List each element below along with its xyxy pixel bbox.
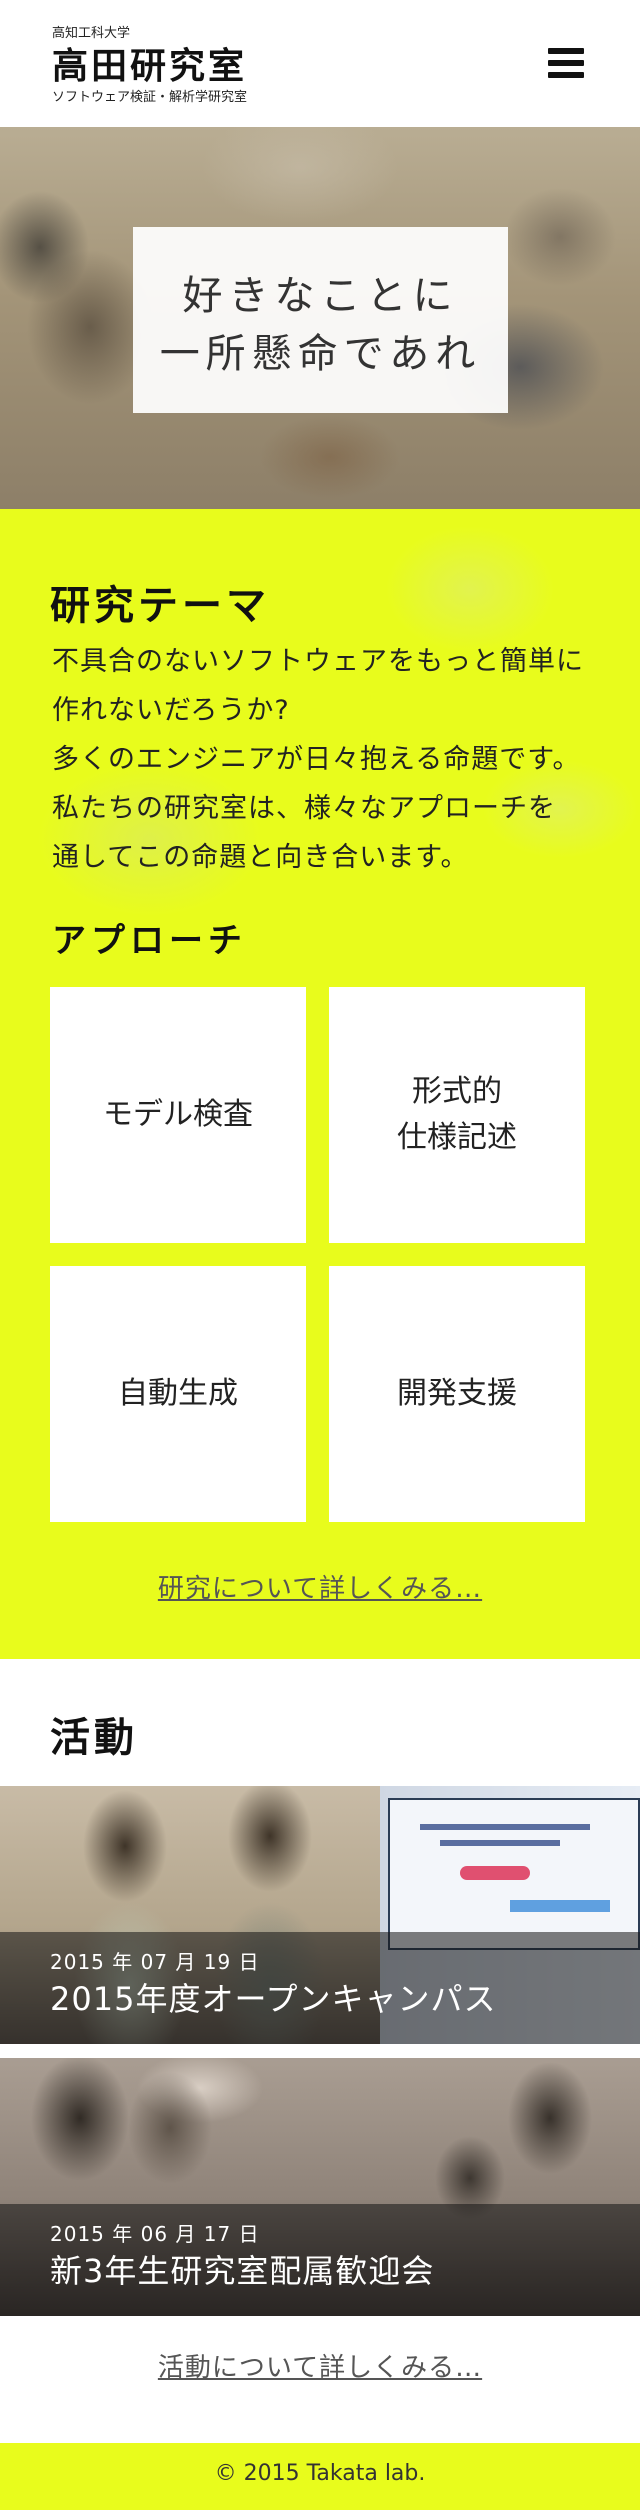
university-name: 高知工科大学 [52, 26, 131, 41]
activity-post-date: 2015 年 06 月 17 日 [50, 2222, 260, 2246]
activity-post[interactable]: 2015 年 06 月 17 日 新3年生研究室配属歓迎会 [0, 2058, 640, 2316]
research-description-line: 私たちの研究室は、様々なアプローチを [52, 793, 556, 824]
presentation-screen-photo [388, 1798, 640, 1950]
research-description-line: 多くのエンジニアが日々抱える命題です。 [52, 744, 581, 775]
site-footer: © 2015 Takata lab. [0, 2443, 640, 2510]
research-description-line: 作れないだろうか? [52, 695, 290, 726]
hero-tagline-box: 好きなことに 一所懸命であれ [133, 227, 508, 413]
activity-post-title: 2015年度オープンキャンパス [50, 1980, 497, 2018]
activity-post-title: 新3年生研究室配属歓迎会 [50, 2252, 435, 2290]
hero-tagline-line1: 好きなことに [182, 273, 459, 319]
approach-card-label: 形式的 [412, 1074, 502, 1109]
lab-subtitle: ソフトウェア検証・解析学研究室 [52, 90, 248, 105]
activity-post-caption: 2015 年 07 月 19 日 2015年度オープンキャンパス [0, 1932, 640, 2044]
research-description-line: 不具合のないソフトウェアをもっと簡単に [52, 646, 584, 677]
site-logo[interactable]: 高知工科大学 高田研究室 ソフトウェア検証・解析学研究室 [52, 26, 247, 106]
activity-post-date: 2015 年 07 月 19 日 [50, 1950, 260, 1974]
research-title: 研究テーマ [50, 583, 270, 629]
approach-card-formal-specification[interactable]: 形式的 仕様記述 [329, 987, 585, 1243]
activity-more-link[interactable]: 活動について詳しくみる… [0, 2347, 640, 2384]
approach-card-label: 自動生成 [118, 1376, 238, 1411]
hamburger-menu-icon[interactable] [548, 48, 584, 80]
research-description: 不具合のないソフトウェアをもっと簡単に 作れないだろうか? 多くのエンジニアが日… [52, 637, 612, 882]
activity-title: 活動 [50, 1715, 138, 1761]
hero-banner: 好きなことに 一所懸命であれ [0, 127, 640, 509]
lab-name: 高田研究室 [52, 46, 248, 87]
activity-section: 活動 2015 年 07 月 19 日 2015年度オープンキャンパス 2015… [0, 1659, 640, 2443]
activity-post[interactable]: 2015 年 07 月 19 日 2015年度オープンキャンパス [0, 1786, 640, 2044]
research-more-link[interactable]: 研究について詳しくみる… [0, 1568, 640, 1605]
approach-card-auto-generation[interactable]: 自動生成 [50, 1266, 306, 1522]
approach-card-label: 開発支援 [397, 1376, 517, 1411]
research-section: 研究テーマ 不具合のないソフトウェアをもっと簡単に 作れないだろうか? 多くのエ… [0, 509, 640, 1659]
research-description-line: 通してこの命題と向き合います。 [52, 842, 469, 873]
approach-card-label: モデル検査 [103, 1097, 253, 1132]
approach-card-development-support[interactable]: 開発支援 [329, 1266, 585, 1522]
approach-title: アプローチ [52, 921, 247, 961]
approach-card-label-line2: 仕様記述 [397, 1120, 517, 1155]
approach-card-model-checking[interactable]: モデル検査 [50, 987, 306, 1243]
hero-tagline-line2: 一所懸命であれ [159, 331, 482, 377]
copyright-text: © 2015 Takata lab. [214, 2461, 426, 2486]
site-header: 高知工科大学 高田研究室 ソフトウェア検証・解析学研究室 [0, 0, 640, 127]
activity-post-caption: 2015 年 06 月 17 日 新3年生研究室配属歓迎会 [0, 2204, 640, 2316]
